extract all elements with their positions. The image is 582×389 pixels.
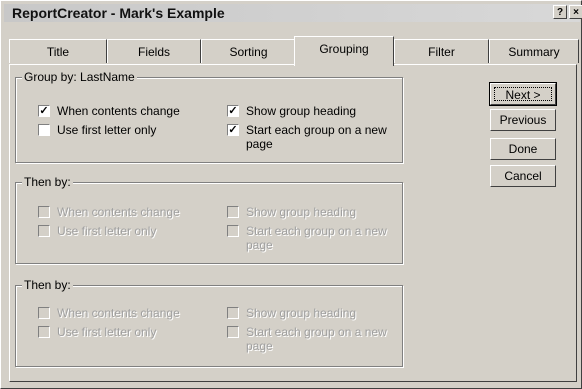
checkbox-box (227, 326, 239, 338)
close-button[interactable]: × (569, 5, 582, 19)
title-bar[interactable]: ReportCreator - Mark's Example ? × (4, 4, 582, 22)
then-by-frame-2: Then by: When contents change Use first … (15, 278, 403, 367)
tab-filter[interactable]: Filter (394, 39, 489, 63)
checkbox-box (38, 124, 50, 136)
group-by-frame: Group by: LastName ✓ When contents chang… (15, 70, 403, 163)
checkbox-label: Start each group on a new page (246, 123, 387, 151)
checkbox-box (38, 225, 50, 237)
report-creator-window: ReportCreator - Mark's Example ? × Title… (0, 0, 582, 389)
checkbox-box (227, 307, 239, 319)
checkbox-label: Show group heading (246, 306, 357, 320)
checkbox-box: ✓ (227, 124, 239, 136)
tab-fields[interactable]: Fields (107, 39, 201, 63)
tab-grouping[interactable]: Grouping (294, 36, 394, 66)
checkbox-label: Use first letter only (57, 224, 157, 238)
next-button-label: Next > (494, 87, 552, 102)
checkbox-label: Show group heading (246, 205, 357, 219)
help-button[interactable]: ? (553, 5, 567, 19)
window-title: ReportCreator - Mark's Example (12, 5, 225, 21)
tab-strip: Title Fields Sorting Grouping Filter Sum… (9, 36, 582, 66)
tab-summary[interactable]: Summary (489, 39, 579, 63)
checkbox-label: Use first letter only (57, 325, 157, 339)
checkbox-box (227, 206, 239, 218)
checkbox-box: ✓ (38, 105, 50, 117)
then-by-frame-1: Then by: When contents change Use first … (15, 175, 403, 264)
checkbox-label: Show group heading (246, 104, 357, 118)
checkbox-box (38, 326, 50, 338)
done-button[interactable]: Done (490, 138, 556, 160)
checkbox-label: When contents change (57, 104, 180, 118)
checkbox-label: Start each group on a new page (246, 224, 387, 252)
checkbox-box: ✓ (227, 105, 239, 117)
previous-button[interactable]: Previous (490, 109, 556, 131)
then-by-legend: Then by: (22, 278, 73, 292)
checkbox-label: When contents change (57, 205, 180, 219)
checkbox-box (38, 307, 50, 319)
tab-title[interactable]: Title (9, 39, 107, 63)
checkbox-box (227, 225, 239, 237)
checkbox-label: Use first letter only (57, 123, 157, 137)
next-button[interactable]: Next > (489, 82, 557, 106)
tab-sorting[interactable]: Sorting (201, 39, 296, 63)
cancel-button[interactable]: Cancel (490, 165, 556, 187)
then-by-legend: Then by: (22, 175, 73, 189)
checkbox-label: When contents change (57, 306, 180, 320)
checkbox-box (38, 206, 50, 218)
group-by-legend: Group by: LastName (22, 70, 137, 84)
checkbox-label: Start each group on a new page (246, 325, 387, 353)
